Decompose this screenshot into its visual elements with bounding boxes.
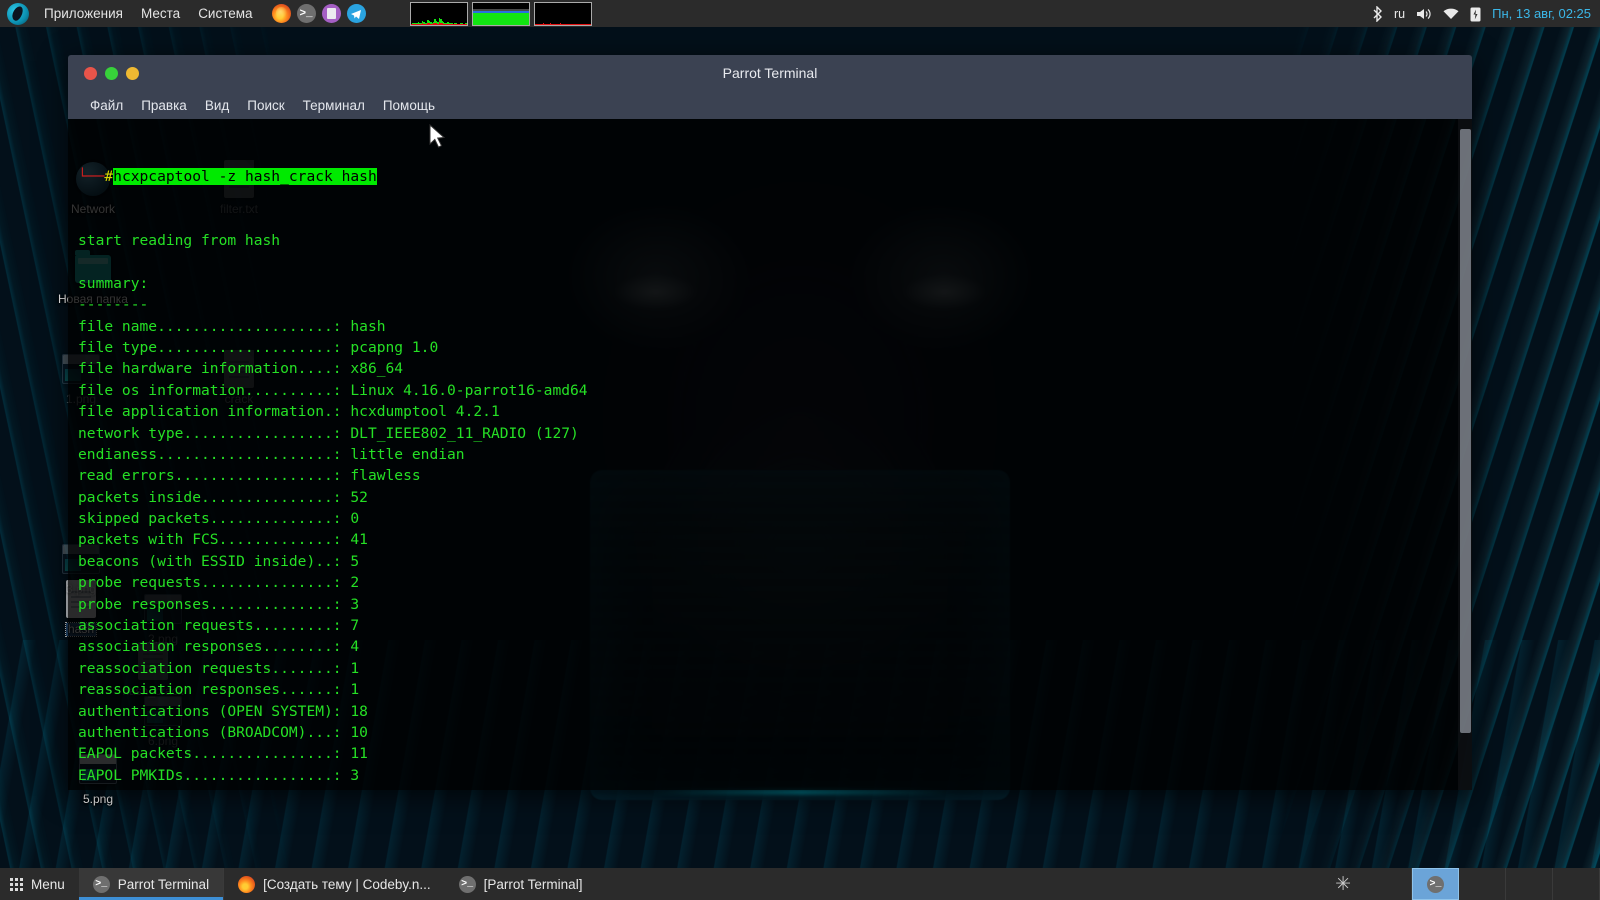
menu-applications[interactable]: Приложения — [35, 0, 132, 27]
workspace-5[interactable] — [1553, 868, 1600, 900]
terminal-output-line: file hardware information....: x86_64 — [78, 358, 1472, 379]
taskbar-window-label: [Создать тему | Codeby.n... — [263, 877, 431, 892]
terminal-output-line: read errors..................: flawless — [78, 465, 1472, 486]
terminal-icon: >_ — [459, 876, 476, 893]
workspace-1[interactable] — [1365, 868, 1412, 900]
taskbar-window-parrot-terminal-2[interactable]: >_ [Parrot Terminal] — [445, 868, 597, 900]
terminal-output-lines: start reading from hash summary:--------… — [78, 230, 1472, 790]
terminal-output-line: -------- — [78, 294, 1472, 315]
window-controls — [68, 67, 139, 80]
wifi-icon[interactable] — [1443, 8, 1459, 20]
top-panel-tray: ru Пн, 13 авг, 02:25 — [1372, 6, 1600, 22]
taskbar-window-parrot-terminal[interactable]: >_ Parrot Terminal — [79, 868, 223, 900]
terminal-output-line: packets with FCS.............: 41 — [78, 529, 1472, 550]
terminal-window: Parrot Terminal Файл Правка Вид Поиск Те… — [68, 55, 1472, 790]
top-panel: Приложения Места Система >_ — [0, 0, 1600, 27]
terminal-window-title: Parrot Terminal — [68, 65, 1472, 81]
clock[interactable]: Пн, 13 авг, 02:25 — [1492, 6, 1591, 21]
terminal-output-line: network type.................: DLT_IEEE8… — [78, 423, 1472, 444]
menu-help[interactable]: Помощь — [375, 96, 443, 115]
terminal-output-line: probe responses..............: 3 — [78, 594, 1472, 615]
maximize-button[interactable] — [126, 67, 139, 80]
bluetooth-icon[interactable] — [1372, 6, 1383, 22]
taskbar-right: ✳ >_ — [1321, 868, 1600, 900]
terminal-output-line: association responses........: 4 — [78, 636, 1472, 657]
asterisk-icon[interactable]: ✳ — [1321, 875, 1365, 894]
memory-monitor[interactable] — [472, 2, 530, 26]
menu-view[interactable]: Вид — [197, 96, 237, 115]
terminal-titlebar[interactable]: Parrot Terminal — [68, 55, 1472, 91]
wallpaper-glow-line — [650, 790, 950, 794]
prompt-hash: # — [104, 168, 113, 185]
menu-file[interactable]: Файл — [82, 96, 131, 115]
taskbar-window-label: [Parrot Terminal] — [484, 877, 583, 892]
terminal-output-line: file type....................: pcapng 1.… — [78, 337, 1472, 358]
workspace-4[interactable] — [1506, 868, 1553, 900]
terminal-output-line: best handshakes..............: 3 (ap-les… — [78, 786, 1472, 790]
menu-terminal[interactable]: Терминал — [295, 96, 373, 115]
desktop-screen: NetworkНовая папкаhash5.pngfilter.txtcra… — [0, 0, 1600, 900]
menu-places[interactable]: Места — [132, 0, 189, 27]
terminal-output-line: reassociation requests.......: 1 — [78, 658, 1472, 679]
workspace-2[interactable]: >_ — [1412, 868, 1459, 900]
system-monitors — [410, 2, 592, 26]
grid-icon — [10, 878, 23, 891]
terminal-output-line: start reading from hash — [78, 230, 1472, 251]
terminal-output-line: file name....................: hash — [78, 316, 1472, 337]
menu-system[interactable]: Система — [189, 0, 261, 27]
terminal-scrollbar-thumb[interactable] — [1460, 129, 1471, 733]
terminal-output-area[interactable]: └──#hcxpcaptool -z hash_crack hash start… — [68, 119, 1472, 790]
desktop-icon-label: 5.png — [83, 793, 113, 806]
terminal-output-line: beacons (with ESSID inside)..: 5 — [78, 551, 1472, 572]
taskbar-window-firefox[interactable]: [Создать тему | Codeby.n... — [224, 868, 445, 900]
firefox-icon — [238, 876, 255, 893]
terminal-output-line: packets inside...............: 52 — [78, 487, 1472, 508]
keyboard-layout-indicator[interactable]: ru — [1394, 7, 1405, 21]
terminal-menubar: Файл Правка Вид Поиск Терминал Помощь — [68, 91, 1472, 119]
minimize-button[interactable] — [105, 67, 118, 80]
taskbar-menu-label: Menu — [31, 877, 65, 892]
workspace-3[interactable] — [1459, 868, 1506, 900]
top-panel-left: Приложения Места Система >_ — [0, 0, 592, 27]
telegram-icon[interactable] — [347, 4, 366, 23]
terminal-output-line: authentications (BROADCOM)...: 10 — [78, 722, 1472, 743]
terminal-output-line: reassociation responses......: 1 — [78, 679, 1472, 700]
terminal-output-line: file application information.: hcxdumpto… — [78, 401, 1472, 422]
terminal-icon: >_ — [1427, 876, 1444, 893]
battery-icon[interactable] — [1470, 6, 1481, 22]
terminal-output-line: endianess....................: little en… — [78, 444, 1472, 465]
workspace-pager: >_ — [1365, 868, 1600, 900]
terminal-icon: >_ — [93, 876, 110, 893]
volume-icon[interactable] — [1416, 7, 1432, 21]
text-editor-icon[interactable] — [322, 4, 341, 23]
terminal-output-line: summary: — [78, 273, 1472, 294]
firefox-icon[interactable] — [272, 4, 291, 23]
menu-edit[interactable]: Правка — [133, 96, 195, 115]
prompt-arrow-icon: └── — [78, 168, 104, 185]
terminal-output-line: probe requests...............: 2 — [78, 572, 1472, 593]
terminal-command-line: └──#hcxpcaptool -z hash_crack hash — [78, 166, 1472, 187]
taskbar-window-label: Parrot Terminal — [118, 877, 209, 892]
network-monitor[interactable] — [534, 2, 592, 26]
terminal-output-line: association requests.........: 7 — [78, 615, 1472, 636]
terminal-output-line: EAPOL PMKIDs.................: 3 — [78, 765, 1472, 786]
terminal-icon[interactable]: >_ — [297, 4, 316, 23]
taskbar-menu-button[interactable]: Menu — [0, 868, 79, 900]
terminal-output-line: skipped packets..............: 0 — [78, 508, 1472, 529]
close-button[interactable] — [84, 67, 97, 80]
terminal-output-line: file os information..........: Linux 4.1… — [78, 380, 1472, 401]
parrot-logo-icon[interactable] — [7, 3, 29, 25]
terminal-output-line: authentications (OPEN SYSTEM): 18 — [78, 701, 1472, 722]
terminal-blank-line — [78, 251, 1472, 272]
panel-launchers: >_ — [272, 4, 366, 23]
taskbar: Menu >_ Parrot Terminal [Создать тему | … — [0, 868, 1600, 900]
cpu-monitor[interactable] — [410, 2, 468, 26]
terminal-command-text[interactable]: hcxpcaptool -z hash_crack hash — [113, 168, 377, 185]
terminal-output-line: EAPOL packets................: 11 — [78, 743, 1472, 764]
terminal-scrollbar[interactable] — [1458, 119, 1472, 790]
menu-search[interactable]: Поиск — [239, 96, 292, 115]
mouse-cursor — [429, 124, 446, 154]
